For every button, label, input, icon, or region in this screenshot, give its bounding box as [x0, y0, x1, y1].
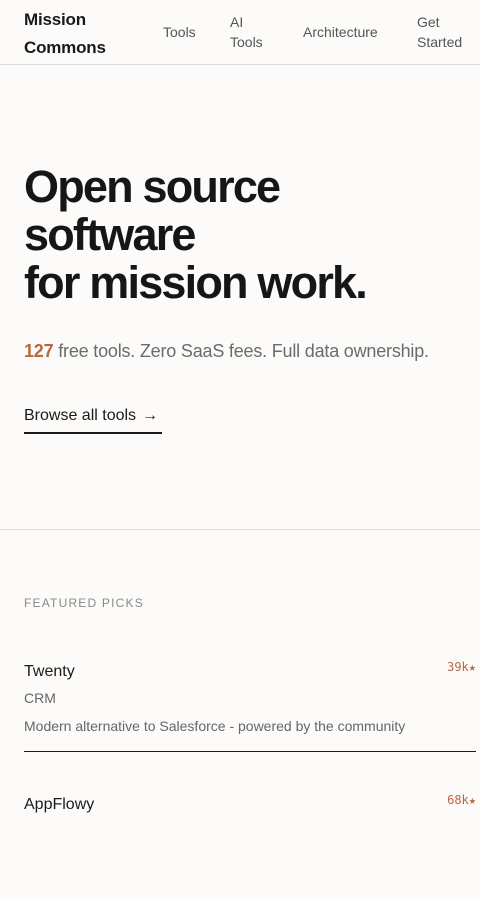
hero-title: Open source software for mission work.: [24, 163, 464, 307]
nav-link-ai-tools[interactable]: AI Tools: [230, 12, 270, 52]
hero-title-line: software: [24, 209, 196, 260]
browse-all-tools-link[interactable]: Browse all tools →: [24, 404, 162, 434]
pick-category: CRM: [24, 690, 56, 706]
tool-count: 127: [24, 341, 54, 361]
browse-label: Browse all tools: [24, 407, 137, 424]
featured-pick-card[interactable]: Twenty 39k★ CRM Modern alternative to Sa…: [24, 660, 476, 752]
hero-title-line: for mission work.: [24, 257, 368, 308]
pick-name: AppFlowy: [24, 796, 95, 813]
star-count: 39k★: [447, 660, 476, 674]
nav-link-get-started[interactable]: Get Started: [417, 12, 473, 52]
nav-link-tools[interactable]: Tools: [163, 22, 196, 42]
top-nav: Mission Commons Tools AI Tools Architect…: [0, 0, 480, 65]
hero-title-line: Open source: [24, 161, 281, 212]
featured-pick-card[interactable]: AppFlowy 68k★: [24, 793, 476, 833]
tagline-text: free tools. Zero SaaS fees. Full data ow…: [58, 341, 429, 361]
pick-description: Modern alternative to Salesforce - power…: [24, 718, 406, 734]
pick-name: Twenty: [24, 663, 75, 680]
brand-logo[interactable]: Mission Commons: [24, 6, 124, 62]
nav-link-architecture[interactable]: Architecture: [303, 22, 378, 42]
section-divider: [0, 529, 480, 530]
star-count: 68k★: [447, 793, 476, 807]
arrow-right-icon: →: [142, 407, 159, 424]
featured-picks-heading: FEATURED PICKS: [24, 596, 144, 610]
hero-tagline: 127 free tools. Zero SaaS fees. Full dat…: [24, 339, 476, 363]
